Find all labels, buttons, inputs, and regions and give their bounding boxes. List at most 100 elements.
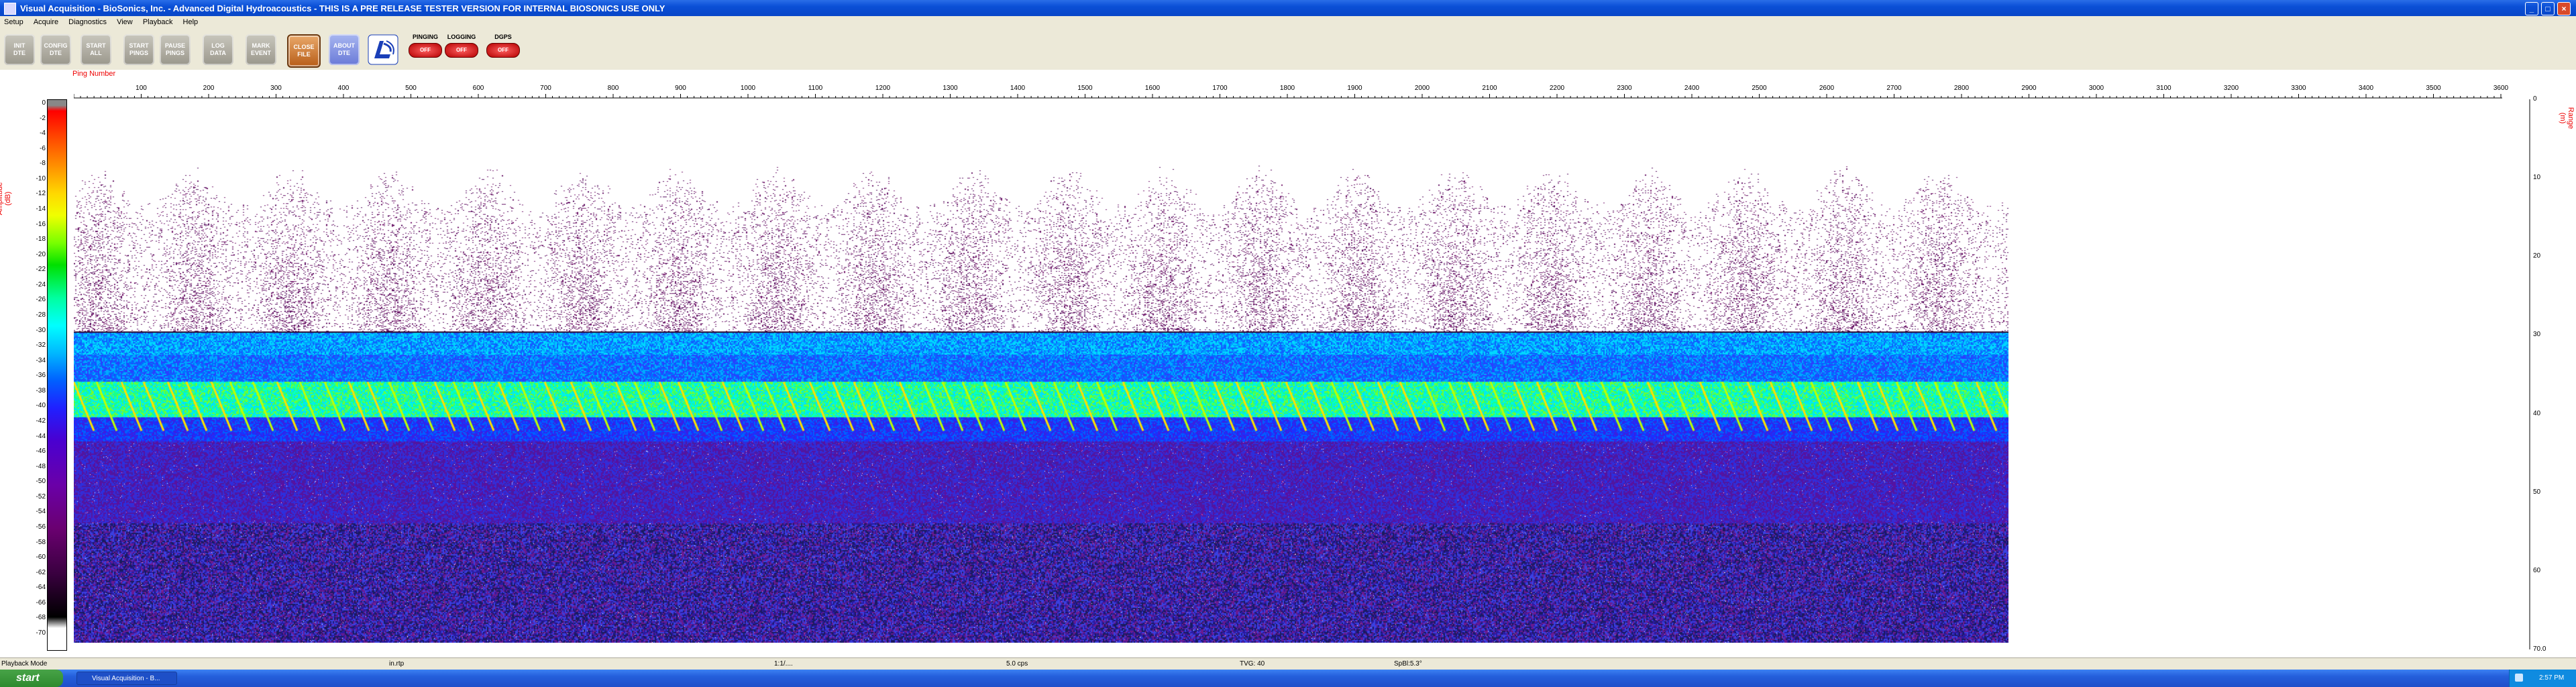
menu-help[interactable]: Help	[179, 16, 203, 28]
taskbar-visual-acquisition[interactable]: Visual Acquisition - B...	[76, 672, 177, 685]
pinging-indicator: PINGING OFF	[407, 34, 444, 66]
menu-bar: Setup Acquire Diagnostics View Playback …	[0, 16, 2576, 30]
colorbar-tick-label: -52	[36, 492, 46, 500]
status-ping-rate: 5.0 cps	[1006, 660, 1028, 668]
colorbar-tick-label: -36	[36, 372, 46, 380]
tray-icon[interactable]	[2515, 674, 2523, 682]
colorbar-tick-label: -4	[40, 129, 46, 138]
x-tick-label: 2100	[1482, 85, 1497, 92]
range-tick-label: 60	[2533, 566, 2541, 574]
x-tick-label: 1400	[1010, 85, 1026, 92]
colorbar-tick-label: -40	[36, 402, 46, 410]
status-file: in.rtp	[389, 660, 405, 668]
colorbar-tick-label: -58	[36, 538, 46, 546]
menu-acquire[interactable]: Acquire	[30, 16, 62, 28]
colorbar-tick-label: -60	[36, 553, 46, 562]
mark-event-button[interactable]: MARK EVENT	[246, 34, 276, 65]
x-tick-label: 3500	[2426, 85, 2441, 92]
x-tick-label: 300	[270, 85, 282, 92]
amplitude-axis-label: Amplitude (dB)	[0, 182, 12, 215]
colorbar-tick-label: 0	[42, 99, 46, 107]
range-tick-label: 40	[2533, 409, 2541, 417]
x-tick-label: 500	[405, 85, 417, 92]
menu-view[interactable]: View	[113, 16, 137, 28]
echogram-panel: Ping Number 100 200 300 400 500 600 700 800 900 1…	[0, 70, 2576, 657]
close-file-button[interactable]: CLOSE FILE	[287, 34, 321, 68]
pause-pings-button[interactable]: PAUSE PINGS	[160, 34, 191, 65]
x-tick-label: 1200	[875, 85, 891, 92]
x-tick-label: 2600	[1819, 85, 1835, 92]
x-tick-label: 1600	[1144, 85, 1161, 92]
log-data-button[interactable]: LOG DATA	[203, 34, 233, 65]
x-tick-label: 700	[540, 85, 551, 92]
colorbar-tick-label: -22	[36, 266, 46, 274]
colorbar-tick-label: -8	[40, 160, 46, 168]
colorbar-tick-label: -54	[36, 508, 46, 516]
range-tick-label: 10	[2533, 174, 2541, 182]
app-icon	[4, 3, 16, 15]
x-tick-label: 3600	[2493, 85, 2509, 92]
x-tick-label: 800	[607, 85, 619, 92]
config-dte-button[interactable]: CONFIG DTE	[40, 34, 71, 65]
pinging-status: OFF	[409, 43, 442, 58]
colorbar-tick-label: -38	[36, 386, 46, 394]
minimize-button[interactable]: _	[2525, 2, 2538, 15]
colorbar-tick-label: -26	[36, 296, 46, 304]
clock: 2:57 PM	[2539, 674, 2565, 682]
echogram-canvas[interactable]	[74, 99, 2008, 643]
x-tick-label: 200	[203, 85, 215, 92]
logging-label: LOGGING	[447, 34, 476, 40]
dgps-status: OFF	[486, 43, 520, 58]
x-tick-label: 2200	[1549, 85, 1565, 92]
close-window-button[interactable]: ×	[2557, 2, 2571, 15]
menu-diagnostics[interactable]: Diagnostics	[64, 16, 111, 28]
start-label: start	[16, 672, 40, 684]
logging-indicator: LOGGING OFF	[443, 34, 480, 66]
taskbar: start Visual Acquisition - B... 2:57 PM	[0, 670, 2576, 687]
colorbar-tick-label: -44	[36, 432, 46, 440]
dgps-indicator: DGPS OFF	[484, 34, 522, 66]
x-tick-label: 2900	[2021, 85, 2037, 92]
menu-playback[interactable]: Playback	[139, 16, 177, 28]
menu-setup[interactable]: Setup	[0, 16, 28, 28]
system-tray: 2:57 PM	[2509, 670, 2576, 687]
init-dte-button[interactable]: INIT DTE	[4, 34, 35, 65]
x-tick-label: 3400	[2358, 85, 2374, 92]
status-mode: Playback Mode	[1, 660, 48, 668]
x-tick-label: 1800	[1279, 85, 1295, 92]
x-tick-label: 3100	[2156, 85, 2171, 92]
status-ratio: 1:1/....	[774, 660, 793, 668]
colorbar-tick-label: -24	[36, 280, 46, 288]
x-tick-label: 2500	[1752, 85, 1767, 92]
toolbar: INIT DTE CONFIG DTE START ALL START PING…	[0, 30, 2576, 70]
x-tick-label: 3000	[2088, 85, 2104, 92]
about-dte-button[interactable]: ABOUT DTE	[329, 34, 360, 65]
range-tick-label: 70.0	[2533, 645, 2546, 653]
range-tick-label: 50	[2533, 488, 2541, 496]
colorbar-tick-label: -56	[36, 523, 46, 531]
amplitude-colorbar	[47, 99, 67, 651]
x-tick-label: 2400	[1684, 85, 1700, 92]
x-tick-label: 600	[472, 85, 484, 92]
colorbar-tick-label: -28	[36, 311, 46, 319]
colorbar-tick-label: -32	[36, 341, 46, 350]
window-title: Visual Acquisition - BioSonics, Inc. - A…	[20, 3, 665, 13]
title-bar: Visual Acquisition - BioSonics, Inc. - A…	[0, 0, 2576, 16]
start-button[interactable]: start	[0, 670, 63, 687]
pinging-label: PINGING	[412, 34, 438, 40]
colorbar-tick-label: -10	[36, 174, 46, 182]
status-spreading: SpBl:5.3°	[1394, 660, 1422, 668]
x-tick-label: 1000	[740, 85, 756, 92]
colorbar-tick-label: -64	[36, 584, 46, 592]
start-all-button[interactable]: START ALL	[80, 34, 111, 65]
x-tick-label: 2700	[1886, 85, 1902, 92]
x-tick-label: 2000	[1414, 85, 1430, 92]
colorbar-tick-label: -50	[36, 478, 46, 486]
colorbar-tick-label: -42	[36, 417, 46, 425]
range-tick-label: 30	[2533, 331, 2541, 339]
start-pings-button[interactable]: START PINGS	[123, 34, 154, 65]
x-tick-label: 1300	[943, 85, 958, 92]
colorbar-tick-label: -30	[36, 326, 46, 334]
colorbar-tick-label: -46	[36, 447, 46, 456]
maximize-button[interactable]: □	[2541, 2, 2555, 15]
